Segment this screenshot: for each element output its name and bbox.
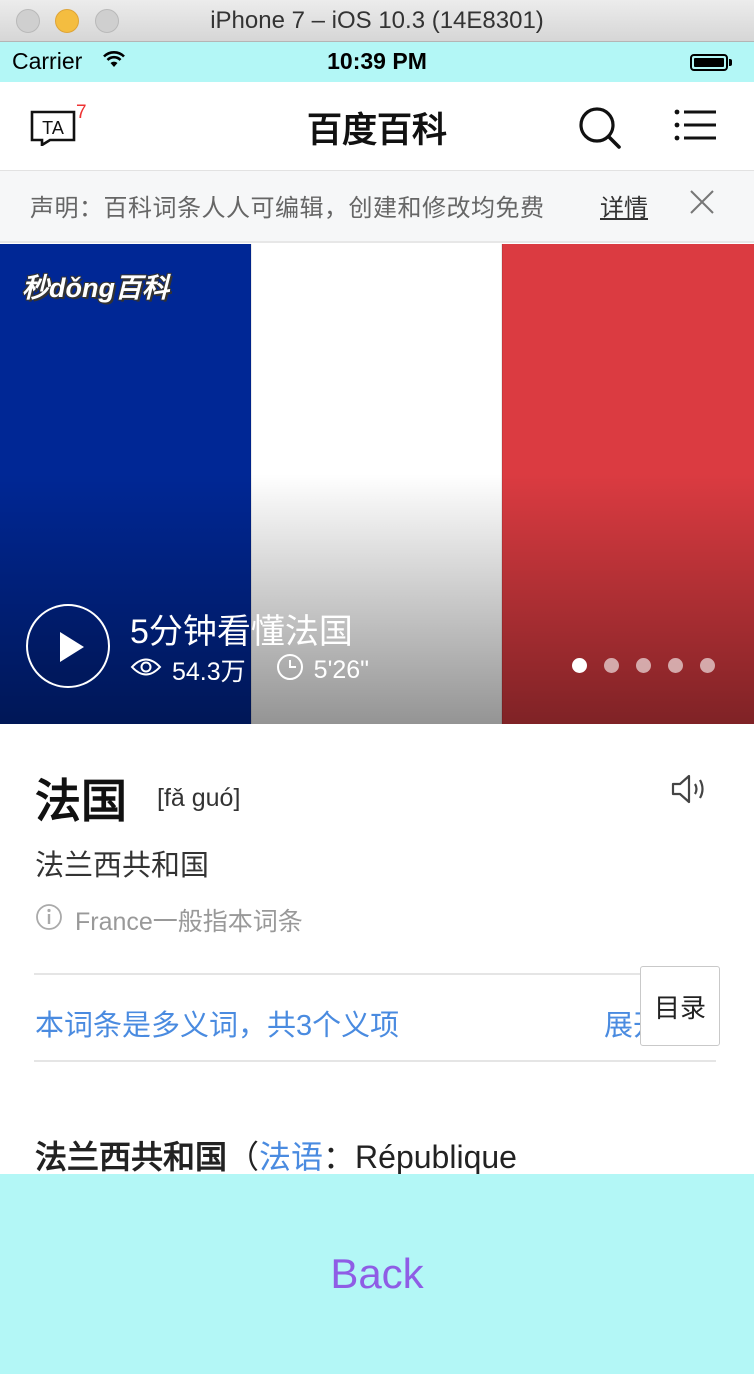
window-title: iPhone 7 – iOS 10.3 (14E8301) — [210, 7, 544, 34]
battery-icon — [690, 54, 728, 71]
info-icon — [35, 903, 75, 938]
video-meta: 54.3万 5'26" — [130, 652, 369, 688]
video-duration: 5'26" — [313, 655, 370, 684]
speaker-icon[interactable] — [670, 772, 710, 811]
back-button[interactable]: Back — [330, 1250, 423, 1298]
carousel-dot[interactable] — [700, 658, 715, 673]
carousel-dot[interactable] — [636, 658, 651, 673]
carousel-dot[interactable] — [668, 658, 683, 673]
page-title: 百度百科 — [306, 111, 447, 150]
entry-subtitle: 法兰西共和国 — [35, 850, 210, 882]
carousel-dot[interactable] — [604, 658, 619, 673]
entry-title: 法国 — [35, 775, 127, 827]
menu-icon[interactable] — [672, 106, 718, 146]
video-banner[interactable]: 秒dǒng百科 5分钟看懂法国 54.3万 5'26" — [0, 244, 754, 724]
entry-body-text: 法兰西共和国（法语：République — [35, 1132, 517, 1178]
ta-logo-icon[interactable]: TA — [30, 110, 76, 151]
body-strong: 法兰西共和国 — [35, 1139, 228, 1175]
clock-icon — [276, 653, 314, 688]
divider — [34, 1060, 716, 1062]
ta-logo-text: TA — [42, 118, 64, 138]
status-bar: Carrier 10:39 PM — [0, 42, 754, 82]
play-icon — [60, 632, 84, 662]
notice-bar: 声明：百科词条人人可编辑，创建和修改均免费 详情 — [0, 171, 754, 243]
polysemy-notice: 本词条是多义词，共3个义项 — [35, 1010, 400, 1042]
video-title: 5分钟看懂法国 — [130, 613, 353, 651]
status-time: 10:39 PM — [327, 48, 427, 74]
toc-button[interactable]: 目录 — [640, 966, 720, 1046]
entry-pinyin: [fǎ guó] — [157, 784, 241, 812]
baike-header: TA 7 百度百科 — [0, 82, 754, 171]
notice-text: 声明：百科词条人人可编辑，创建和修改均免费 — [30, 195, 545, 222]
simulator-title-bar: iPhone 7 – iOS 10.3 (14E8301) — [0, 0, 754, 42]
banner-gradient — [0, 474, 754, 724]
battery-tip — [729, 59, 732, 66]
notice-details-link[interactable]: 详情 — [600, 188, 648, 223]
video-logo: 秒dǒng百科 — [22, 273, 169, 303]
search-icon[interactable] — [576, 104, 622, 150]
back-bar: Back — [0, 1174, 754, 1374]
french-language-link[interactable]: 法语 — [259, 1139, 323, 1175]
body-rest: ：République — [323, 1139, 517, 1175]
view-count: 54.3万 — [172, 658, 246, 686]
play-button[interactable] — [26, 604, 110, 688]
entry-note: France一般指本词条 — [35, 902, 303, 938]
entry-note-text: France一般指本词条 — [75, 908, 303, 936]
divider — [34, 973, 716, 975]
expand-link[interactable]: 展开 — [604, 1002, 642, 1044]
close-icon[interactable] — [688, 188, 716, 221]
body-paren: （ — [227, 1139, 260, 1175]
carousel-indicator — [572, 658, 732, 673]
ta-badge: 7 — [76, 102, 87, 123]
eye-icon — [130, 656, 172, 685]
carousel-dot[interactable] — [572, 658, 587, 673]
